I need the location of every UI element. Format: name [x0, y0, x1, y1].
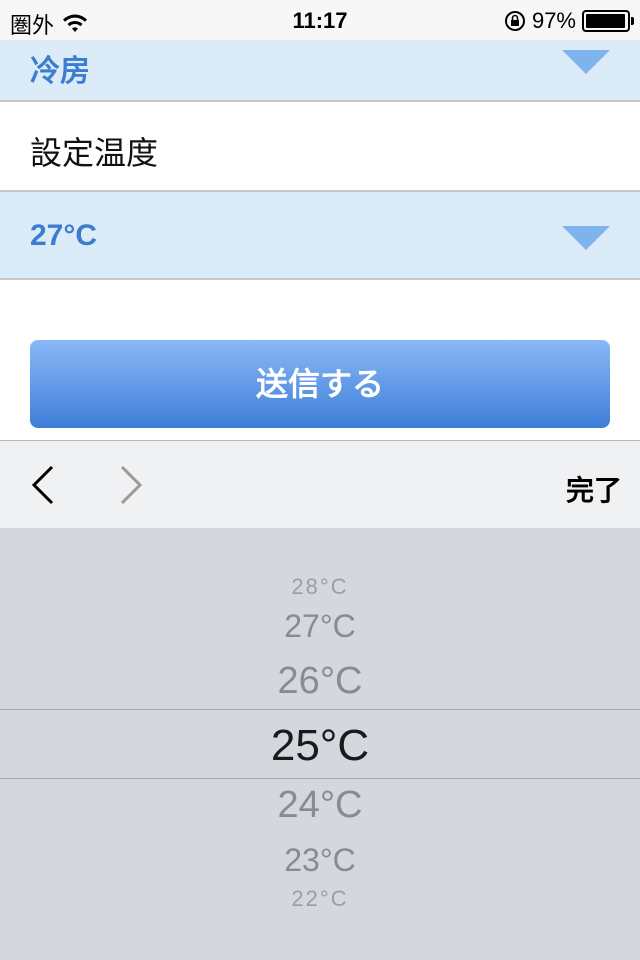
temperature-label-row: 設定温度 [0, 102, 640, 192]
picker-item[interactable]: 27°C [0, 608, 640, 645]
chevron-down-icon [562, 226, 610, 250]
status-right: 97% [504, 8, 634, 34]
battery-level [586, 14, 625, 28]
picker-item[interactable]: 26°C [0, 660, 640, 703]
chevron-right-icon[interactable] [106, 459, 158, 511]
picker-item-selected[interactable]: 25°C [0, 721, 640, 771]
picker-item[interactable]: 24°C [0, 784, 640, 827]
temperature-label: 設定温度 [30, 134, 159, 172]
chevron-down-icon [562, 50, 610, 74]
temperature-picker[interactable]: 28°C 27°C 26°C 25°C 24°C 23°C 22°C [0, 528, 640, 960]
mode-select[interactable]: 冷房 [0, 40, 640, 102]
mode-select-value: 冷房 [30, 55, 90, 88]
status-bar: 圏外 11:17 97% [0, 0, 640, 40]
temperature-select[interactable]: 27°C [0, 192, 640, 280]
temperature-select-value: 27°C [30, 219, 98, 252]
rotation-lock-icon [504, 11, 525, 31]
done-button[interactable]: 完了 [566, 469, 622, 509]
battery-icon [582, 10, 634, 32]
send-button[interactable]: 送信する [30, 340, 610, 428]
picker-item[interactable]: 22°C [0, 886, 640, 912]
chevron-left-icon[interactable] [20, 459, 72, 511]
picker-item[interactable]: 23°C [0, 842, 640, 879]
battery-percent: 97% [531, 8, 576, 33]
picker-item[interactable]: 28°C [0, 574, 640, 600]
picker-toolbar: 完了 [0, 440, 640, 528]
